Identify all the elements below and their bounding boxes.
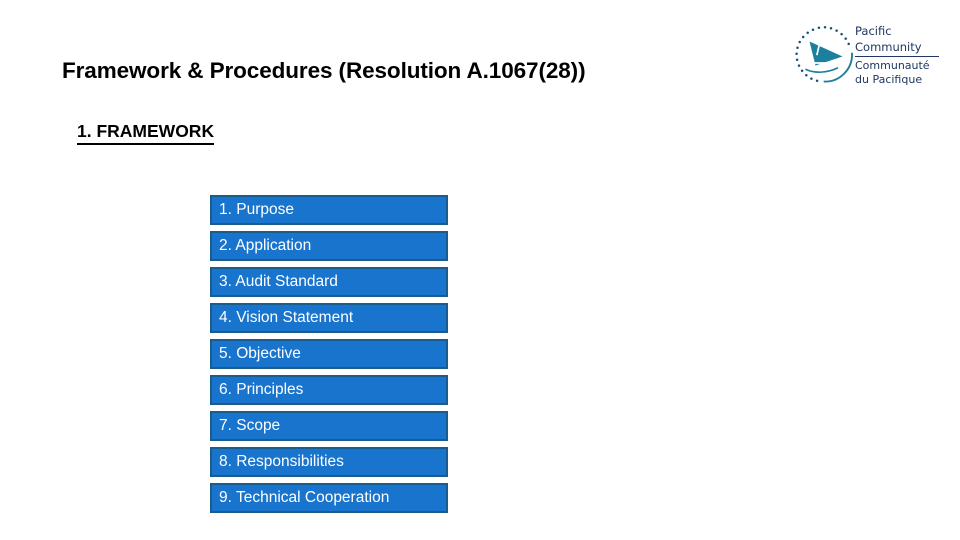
list-item[interactable]: 1. Purpose	[210, 195, 448, 225]
logo-wordmark-fr-line1: Communauté	[855, 59, 930, 72]
list-item[interactable]: 7. Scope	[210, 411, 448, 441]
pacific-community-logo: Pacific Community Communauté du Pacifiq…	[793, 18, 943, 98]
logo-divider	[855, 56, 939, 57]
list-item-label: 2. Application	[219, 237, 312, 254]
list-item[interactable]: 8. Responsibilities	[210, 447, 448, 477]
list-item-label: 3. Audit Standard	[219, 273, 338, 290]
framework-item-list: 1. Purpose 2. Application 3. Audit Stand…	[210, 195, 448, 513]
list-item[interactable]: 5. Objective	[210, 339, 448, 369]
page-title: Framework & Procedures (Resolution A.106…	[62, 58, 586, 83]
slide-canvas: Framework & Procedures (Resolution A.106…	[0, 0, 960, 540]
logo-wordmark-en-line2: Community	[855, 39, 922, 54]
list-item[interactable]: 6. Principles	[210, 375, 448, 405]
list-item[interactable]: 2. Application	[210, 231, 448, 261]
list-item[interactable]: 4. Vision Statement	[210, 303, 448, 333]
spc-emblem-icon	[793, 23, 857, 87]
list-item-label: 7. Scope	[219, 417, 281, 434]
list-item-label: 1. Purpose	[219, 201, 294, 218]
list-item[interactable]: 3. Audit Standard	[210, 267, 448, 297]
list-item-label: 9. Technical Cooperation	[219, 489, 390, 506]
list-item-label: 8. Responsibilities	[219, 453, 344, 470]
list-item[interactable]: 9. Technical Cooperation	[210, 483, 448, 513]
list-item-label: 5. Objective	[219, 345, 301, 362]
logo-wordmark-en-line1: Pacific	[855, 24, 892, 38]
logo-wordmark-fr-line2: du Pacifique	[855, 73, 923, 86]
list-item-label: 4. Vision Statement	[219, 309, 354, 326]
list-item-label: 6. Principles	[219, 381, 304, 398]
logo-wordmark: Pacific Community Communauté du Pacifiq…	[855, 24, 943, 87]
section-heading: 1. FRAMEWORK	[77, 120, 215, 145]
